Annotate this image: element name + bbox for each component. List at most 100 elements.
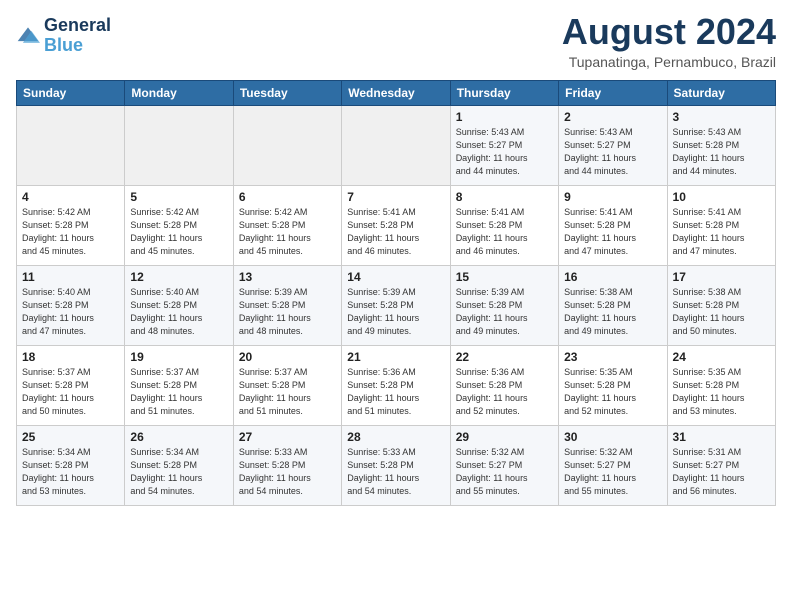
day-info: Sunrise: 5:42 AMSunset: 5:28 PMDaylight:…	[22, 206, 119, 258]
day-header-saturday: Saturday	[667, 80, 775, 105]
day-number: 21	[347, 350, 444, 364]
day-number: 20	[239, 350, 336, 364]
day-info: Sunrise: 5:41 AMSunset: 5:28 PMDaylight:…	[456, 206, 553, 258]
day-number: 17	[673, 270, 770, 284]
day-info: Sunrise: 5:42 AMSunset: 5:28 PMDaylight:…	[239, 206, 336, 258]
day-info: Sunrise: 5:43 AMSunset: 5:27 PMDaylight:…	[564, 126, 661, 178]
day-info: Sunrise: 5:35 AMSunset: 5:28 PMDaylight:…	[673, 366, 770, 418]
logo-icon	[16, 24, 40, 48]
day-cell: 7 Sunrise: 5:41 AMSunset: 5:28 PMDaylight…	[342, 185, 450, 265]
logo-text: General Blue	[44, 16, 111, 56]
day-cell: 26 Sunrise: 5:34 AMSunset: 5:28 PMDayligh…	[125, 425, 233, 505]
day-info: Sunrise: 5:42 AMSunset: 5:28 PMDaylight:…	[130, 206, 227, 258]
day-info: Sunrise: 5:43 AMSunset: 5:28 PMDaylight:…	[673, 126, 770, 178]
calendar-title: August 2024	[562, 12, 776, 52]
day-number: 30	[564, 430, 661, 444]
day-info: Sunrise: 5:32 AMSunset: 5:27 PMDaylight:…	[564, 446, 661, 498]
day-number: 15	[456, 270, 553, 284]
day-info: Sunrise: 5:40 AMSunset: 5:28 PMDaylight:…	[130, 286, 227, 338]
day-number: 27	[239, 430, 336, 444]
day-number: 9	[564, 190, 661, 204]
header: General Blue August 2024 Tupanatinga, Pe…	[16, 12, 776, 70]
day-info: Sunrise: 5:41 AMSunset: 5:28 PMDaylight:…	[673, 206, 770, 258]
calendar-subtitle: Tupanatinga, Pernambuco, Brazil	[562, 54, 776, 70]
day-cell: 15 Sunrise: 5:39 AMSunset: 5:28 PMDayligh…	[450, 265, 558, 345]
day-cell: 12 Sunrise: 5:40 AMSunset: 5:28 PMDayligh…	[125, 265, 233, 345]
day-cell: 6 Sunrise: 5:42 AMSunset: 5:28 PMDaylight…	[233, 185, 341, 265]
day-info: Sunrise: 5:39 AMSunset: 5:28 PMDaylight:…	[239, 286, 336, 338]
day-cell: 27 Sunrise: 5:33 AMSunset: 5:28 PMDayligh…	[233, 425, 341, 505]
day-cell: 14Sunrise: 5:39 AMSunset: 5:28 PMDayligh…	[342, 265, 450, 345]
day-number: 28	[347, 430, 444, 444]
day-cell: 30 Sunrise: 5:32 AMSunset: 5:27 PMDayligh…	[559, 425, 667, 505]
day-info: Sunrise: 5:37 AMSunset: 5:28 PMDaylight:…	[130, 366, 227, 418]
day-number: 4	[22, 190, 119, 204]
day-cell: 4 Sunrise: 5:42 AMSunset: 5:28 PMDaylight…	[17, 185, 125, 265]
day-info: Sunrise: 5:33 AMSunset: 5:28 PMDaylight:…	[239, 446, 336, 498]
day-info: Sunrise: 5:41 AMSunset: 5:28 PMDaylight:…	[347, 206, 444, 258]
week-row-2: 4 Sunrise: 5:42 AMSunset: 5:28 PMDaylight…	[17, 185, 776, 265]
day-cell: 16 Sunrise: 5:38 AMSunset: 5:28 PMDayligh…	[559, 265, 667, 345]
day-header-sunday: Sunday	[17, 80, 125, 105]
day-info: Sunrise: 5:35 AMSunset: 5:28 PMDaylight:…	[564, 366, 661, 418]
day-number: 26	[130, 430, 227, 444]
title-block: August 2024 Tupanatinga, Pernambuco, Bra…	[562, 12, 776, 70]
day-info: Sunrise: 5:32 AMSunset: 5:27 PMDaylight:…	[456, 446, 553, 498]
day-cell: 10Sunrise: 5:41 AMSunset: 5:28 PMDayligh…	[667, 185, 775, 265]
week-row-4: 18 Sunrise: 5:37 AMSunset: 5:28 PMDayligh…	[17, 345, 776, 425]
day-cell: 5 Sunrise: 5:42 AMSunset: 5:28 PMDaylight…	[125, 185, 233, 265]
calendar-page: General Blue August 2024 Tupanatinga, Pe…	[0, 0, 792, 522]
day-number: 12	[130, 270, 227, 284]
day-cell: 9Sunrise: 5:41 AMSunset: 5:28 PMDaylight…	[559, 185, 667, 265]
day-header-tuesday: Tuesday	[233, 80, 341, 105]
day-cell: 2Sunrise: 5:43 AMSunset: 5:27 PMDaylight…	[559, 105, 667, 185]
day-number: 1	[456, 110, 553, 124]
day-number: 18	[22, 350, 119, 364]
day-cell: 25 Sunrise: 5:34 AMSunset: 5:28 PMDayligh…	[17, 425, 125, 505]
day-cell: 18 Sunrise: 5:37 AMSunset: 5:28 PMDayligh…	[17, 345, 125, 425]
day-number: 16	[564, 270, 661, 284]
day-cell: 29Sunrise: 5:32 AMSunset: 5:27 PMDayligh…	[450, 425, 558, 505]
day-cell	[125, 105, 233, 185]
day-cell	[17, 105, 125, 185]
day-cell: 28 Sunrise: 5:33 AMSunset: 5:28 PMDayligh…	[342, 425, 450, 505]
day-info: Sunrise: 5:43 AMSunset: 5:27 PMDaylight:…	[456, 126, 553, 178]
day-header-monday: Monday	[125, 80, 233, 105]
day-info: Sunrise: 5:39 AMSunset: 5:28 PMDaylight:…	[347, 286, 444, 338]
week-row-1: 1 Sunrise: 5:43 AMSunset: 5:27 PMDaylight…	[17, 105, 776, 185]
day-cell: 17Sunrise: 5:38 AMSunset: 5:28 PMDayligh…	[667, 265, 775, 345]
day-info: Sunrise: 5:34 AMSunset: 5:28 PMDaylight:…	[130, 446, 227, 498]
day-cell: 24 Sunrise: 5:35 AMSunset: 5:28 PMDayligh…	[667, 345, 775, 425]
logo: General Blue	[16, 16, 111, 56]
day-info: Sunrise: 5:33 AMSunset: 5:28 PMDaylight:…	[347, 446, 444, 498]
day-info: Sunrise: 5:37 AMSunset: 5:28 PMDaylight:…	[22, 366, 119, 418]
day-cell: 3Sunrise: 5:43 AMSunset: 5:28 PMDaylight…	[667, 105, 775, 185]
day-cell: 23 Sunrise: 5:35 AMSunset: 5:28 PMDayligh…	[559, 345, 667, 425]
day-number: 24	[673, 350, 770, 364]
day-info: Sunrise: 5:36 AMSunset: 5:28 PMDaylight:…	[456, 366, 553, 418]
week-row-3: 11 Sunrise: 5:40 AMSunset: 5:28 PMDayligh…	[17, 265, 776, 345]
day-info: Sunrise: 5:31 AMSunset: 5:27 PMDaylight:…	[673, 446, 770, 498]
day-number: 5	[130, 190, 227, 204]
days-header-row: SundayMondayTuesdayWednesdayThursdayFrid…	[17, 80, 776, 105]
day-cell: 8 Sunrise: 5:41 AMSunset: 5:28 PMDaylight…	[450, 185, 558, 265]
day-header-wednesday: Wednesday	[342, 80, 450, 105]
day-info: Sunrise: 5:37 AMSunset: 5:28 PMDaylight:…	[239, 366, 336, 418]
day-number: 19	[130, 350, 227, 364]
day-number: 11	[22, 270, 119, 284]
day-number: 25	[22, 430, 119, 444]
day-cell	[342, 105, 450, 185]
day-info: Sunrise: 5:39 AMSunset: 5:28 PMDaylight:…	[456, 286, 553, 338]
day-number: 13	[239, 270, 336, 284]
day-cell: 22Sunrise: 5:36 AMSunset: 5:28 PMDayligh…	[450, 345, 558, 425]
day-number: 7	[347, 190, 444, 204]
day-info: Sunrise: 5:40 AMSunset: 5:28 PMDaylight:…	[22, 286, 119, 338]
day-number: 23	[564, 350, 661, 364]
day-number: 8	[456, 190, 553, 204]
day-info: Sunrise: 5:34 AMSunset: 5:28 PMDaylight:…	[22, 446, 119, 498]
day-cell: 21Sunrise: 5:36 AMSunset: 5:28 PMDayligh…	[342, 345, 450, 425]
day-cell: 1 Sunrise: 5:43 AMSunset: 5:27 PMDaylight…	[450, 105, 558, 185]
logo-line1: General	[44, 16, 111, 36]
day-info: Sunrise: 5:38 AMSunset: 5:28 PMDaylight:…	[564, 286, 661, 338]
day-number: 6	[239, 190, 336, 204]
